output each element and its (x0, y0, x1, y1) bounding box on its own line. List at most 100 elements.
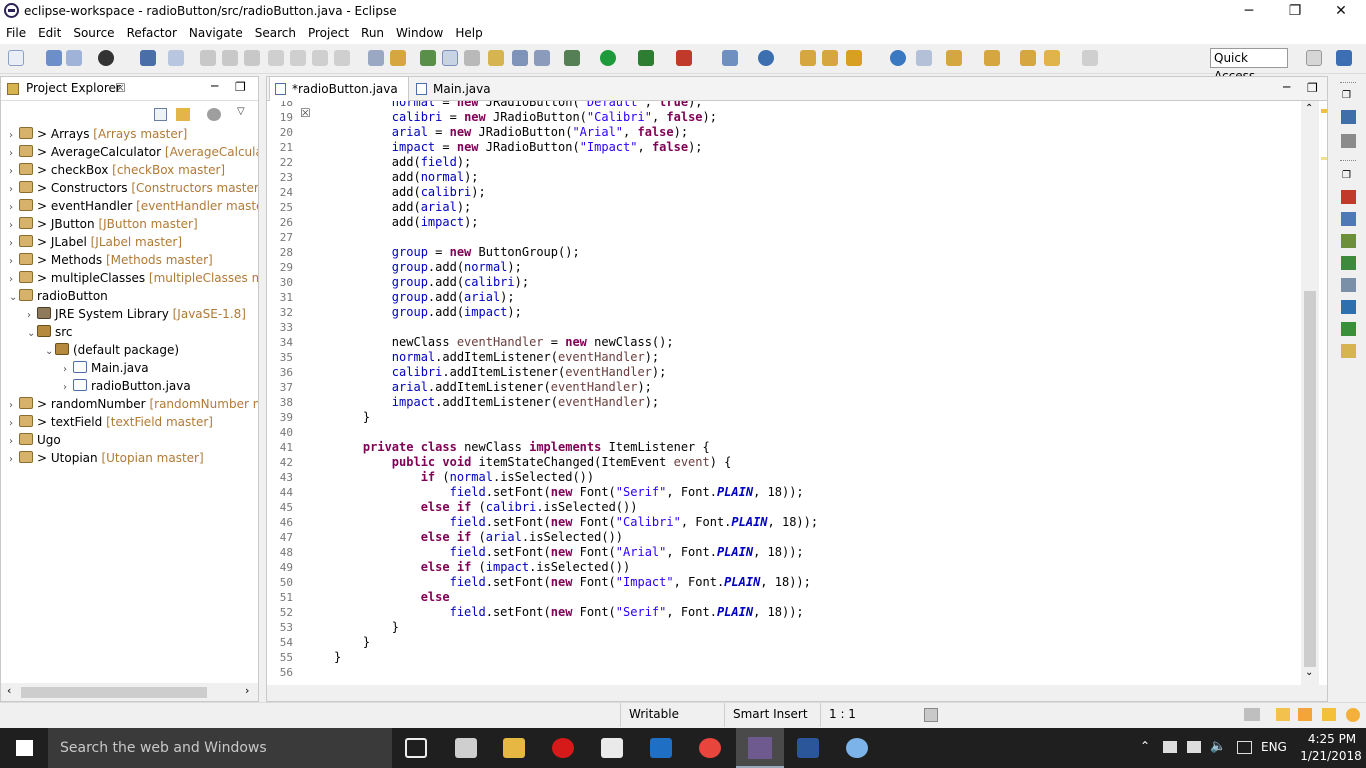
skip-breakpoints-icon[interactable] (168, 50, 184, 66)
debug-icon[interactable] (564, 50, 580, 66)
tree-item[interactable]: › JRE System Library [JavaSE-1.8] (27, 305, 246, 323)
tree-item[interactable]: ›> multipleClasses [multipleClasses mast (9, 269, 258, 287)
show-whitespace-icon[interactable] (512, 50, 528, 66)
tree-item[interactable]: ⌄ radioButton (9, 287, 108, 305)
code-line[interactable]: calibri.addItemListener(eventHandler); (334, 365, 667, 380)
last-edit-location-icon[interactable] (1020, 50, 1036, 66)
menu-file[interactable]: File (0, 22, 32, 44)
restore-icon[interactable]: ❐ (1342, 90, 1351, 101)
code-line[interactable]: else if (arial.isSelected()) (334, 530, 623, 545)
wifi-icon[interactable] (1187, 741, 1201, 753)
declaration-icon[interactable] (1341, 234, 1356, 248)
code-line[interactable]: private class newClass implements ItemLi… (334, 440, 710, 455)
language-indicator[interactable]: ENG (1261, 740, 1287, 754)
code-line[interactable]: } (334, 650, 341, 665)
task-list-icon[interactable] (1341, 134, 1356, 148)
store-icon[interactable] (601, 738, 623, 758)
clock-date[interactable]: 1/21/2018 (1300, 749, 1362, 763)
debug-view-icon[interactable] (916, 50, 932, 66)
progress-icon[interactable] (1341, 278, 1356, 292)
terminal-view-icon[interactable] (1341, 300, 1356, 314)
code-line[interactable]: if (normal.isSelected()) (334, 470, 594, 485)
new-java-project-icon[interactable] (722, 50, 738, 66)
resume-icon[interactable] (200, 50, 216, 66)
maximize-view-icon[interactable]: ❐ (235, 80, 246, 94)
terminal-icon[interactable] (140, 50, 156, 66)
horizontal-scrollbar[interactable]: ‹ › (1, 683, 258, 701)
quick-access-field[interactable]: Quick Access (1210, 48, 1288, 83)
expand-toggle-icon[interactable]: ⌄ (45, 343, 55, 361)
close-view-icon[interactable]: ☒ (115, 81, 126, 95)
tree-item[interactable]: › > checkBox [checkBox master] (9, 161, 225, 179)
external-tools-icon[interactable] (676, 50, 692, 66)
tree-item[interactable]: › > JLabel [JLabel master] (9, 233, 182, 251)
minimize-view-icon[interactable]: ─ (211, 79, 218, 93)
code-line[interactable]: arial.addItemListener(eventHandler); (334, 380, 652, 395)
code-line[interactable]: normal.addItemListener(eventHandler); (334, 350, 659, 365)
tree-item[interactable]: ›> eventHandler [eventHandler master] (9, 197, 258, 215)
code-line[interactable]: add(field); (334, 155, 471, 170)
code-line[interactable]: impact.addItemListener(eventHandler); (334, 395, 659, 410)
next-annotation-icon[interactable] (488, 50, 504, 66)
expand-toggle-icon[interactable]: ⌄ (9, 289, 19, 307)
back-icon[interactable] (1044, 50, 1060, 66)
tab-main-java[interactable]: Main.java (411, 77, 501, 101)
tree-item[interactable]: › > Arrays [Arrays master] (9, 125, 187, 143)
show-hidden-icons-icon[interactable]: ⌃ (1140, 739, 1150, 753)
tree-item[interactable]: › > JButton [JButton master] (9, 215, 198, 233)
step-return-icon[interactable] (334, 50, 350, 66)
code-line[interactable]: add(impact); (334, 215, 479, 230)
coverage-icon[interactable] (638, 50, 654, 66)
network-icon[interactable] (1163, 741, 1177, 753)
expand-toggle-icon[interactable]: ⌄ (27, 325, 37, 343)
tree-item[interactable]: › > Constructors [Constructors master] (9, 179, 258, 197)
tree-item[interactable]: ⌄ (default package) (45, 341, 179, 359)
editor-horizontal-scrollbar[interactable] (267, 685, 1327, 701)
open-type-icon[interactable] (390, 50, 406, 66)
action-center-icon[interactable] (1237, 741, 1252, 754)
profile-icon[interactable] (98, 50, 114, 66)
task-view-icon[interactable] (405, 738, 427, 758)
code-line[interactable]: newClass eventHandler = new newClass(); (334, 335, 674, 350)
project-explorer-title[interactable]: Project Explorer (26, 81, 121, 95)
task-icon[interactable] (420, 50, 436, 66)
problems-icon[interactable] (1341, 190, 1356, 204)
file-explorer-icon[interactable] (503, 738, 525, 758)
menu-search[interactable]: Search (249, 22, 302, 44)
warning-marker[interactable] (1321, 109, 1327, 113)
save-icon[interactable] (46, 50, 62, 66)
annotation-marker[interactable] (1321, 157, 1327, 160)
terminate-icon[interactable] (244, 50, 260, 66)
suspend-icon[interactable] (222, 50, 238, 66)
disconnect-icon[interactable] (268, 50, 284, 66)
paint-icon[interactable] (846, 738, 868, 758)
code-line[interactable]: add(normal); (334, 170, 479, 185)
git-staging-icon[interactable] (1341, 322, 1356, 336)
minimize-editor-icon[interactable]: ─ (1283, 80, 1290, 94)
scroll-thumb[interactable] (1304, 291, 1316, 667)
expand-toggle-icon[interactable]: › (9, 451, 19, 469)
forward-icon[interactable] (1082, 50, 1098, 66)
link-with-editor-icon[interactable] (176, 108, 190, 121)
scroll-up-icon[interactable]: ⌃ (1305, 103, 1313, 114)
maximize-button[interactable]: ❐ (1272, 0, 1318, 22)
code-line[interactable]: add(calibri); (334, 185, 486, 200)
code-area[interactable]: 18 normal = new JRadioButton("Default", … (267, 101, 1299, 685)
code-line[interactable]: else (334, 590, 450, 605)
menu-edit[interactable]: Edit (32, 22, 67, 44)
tree-item[interactable]: ›> AverageCalculator [AverageCalculator (9, 143, 258, 161)
minimize-button[interactable]: ─ (1226, 0, 1272, 22)
code-line[interactable]: field.setFont(new Font("Calibri", Font.P… (334, 515, 819, 530)
previous-edit-icon[interactable] (984, 50, 1000, 66)
format-icon[interactable] (368, 50, 384, 66)
scroll-down-icon[interactable]: ⌄ (1305, 667, 1313, 678)
highlight-icon[interactable] (442, 50, 458, 66)
scroll-left-icon[interactable]: ‹ (7, 684, 11, 697)
code-line[interactable]: } (334, 410, 370, 425)
run-icon[interactable] (600, 50, 616, 66)
code-line[interactable]: } (334, 635, 370, 650)
menu-navigate[interactable]: Navigate (183, 22, 249, 44)
step-into-icon[interactable] (290, 50, 306, 66)
collapse-all-icon[interactable] (154, 108, 167, 121)
code-line[interactable]: group.add(normal); (334, 260, 522, 275)
